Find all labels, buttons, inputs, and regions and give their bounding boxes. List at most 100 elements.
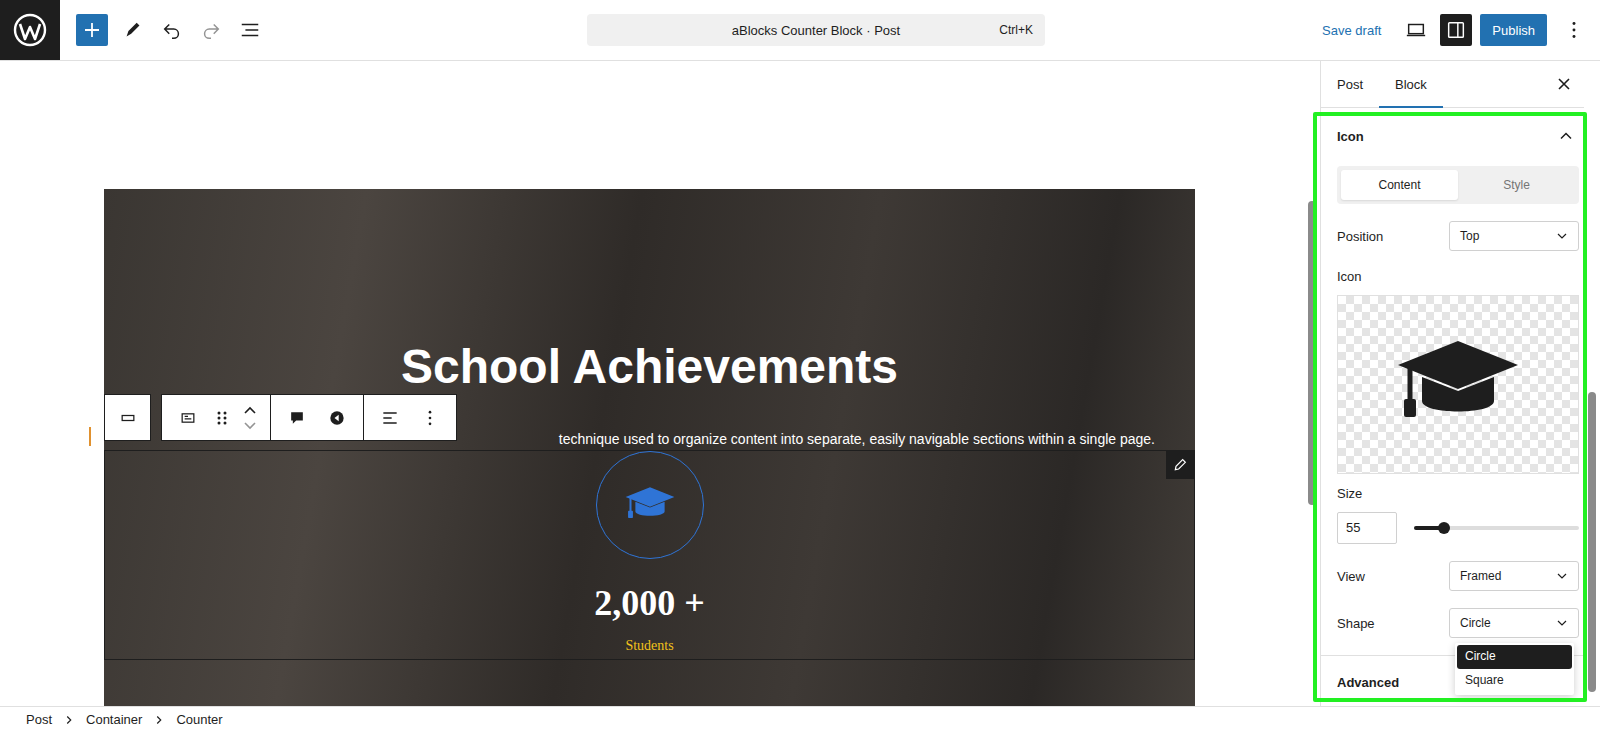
panel-title: Advanced	[1337, 675, 1399, 690]
canvas-scrollbar	[1303, 61, 1320, 706]
chevron-down-icon	[1554, 615, 1570, 631]
sidebar-content: PostBlockIconContentStylePositionTopIcon…	[1321, 61, 1584, 706]
section-subtitle[interactable]: technique used to organize content into …	[559, 429, 1155, 449]
parent-select-button[interactable]	[104, 394, 151, 441]
block-options-button[interactable]	[410, 398, 450, 438]
size-control: 55	[1337, 512, 1579, 544]
select-field: ShapeCircleCircleSquare	[1337, 608, 1579, 638]
preview-button[interactable]	[1398, 12, 1434, 48]
sidebar-tabs: PostBlock	[1321, 61, 1584, 108]
highlight-frame	[1313, 112, 1587, 702]
block-mover	[162, 395, 271, 440]
save-draft-button[interactable]: Save draft	[1314, 14, 1389, 46]
move-buttons[interactable]	[236, 398, 264, 438]
chevron-right-icon	[62, 713, 76, 727]
undo-icon	[161, 19, 183, 41]
icon-panel: Icon ContentStyle Position Top Icon Size 55 Vie…	[1321, 108, 1584, 656]
insertion-indicator	[89, 427, 91, 446]
section-heading[interactable]: School Achievements	[401, 339, 898, 395]
segment-button[interactable]: Content	[1341, 170, 1458, 200]
chevron-down-icon	[1554, 568, 1570, 584]
select-value: Circle	[1460, 616, 1491, 630]
field-label: Position	[1337, 229, 1383, 244]
select-dropdown: CircleSquare	[1455, 643, 1574, 695]
drag-handle[interactable]	[208, 398, 236, 438]
dropdown-option[interactable]: Circle	[1457, 645, 1572, 669]
panel-header[interactable]: Icon	[1321, 108, 1584, 164]
align-button[interactable]	[370, 398, 410, 438]
edit-button[interactable]	[1166, 451, 1194, 479]
sidebar-tab[interactable]: Block	[1379, 61, 1443, 107]
settings-sidebar: PostBlockIconContentStylePositionTopIcon…	[1320, 61, 1600, 706]
block-actions	[271, 395, 364, 440]
counter-icon-frame	[596, 451, 704, 559]
comment-icon	[287, 408, 307, 428]
block-align	[364, 395, 456, 440]
field-label: Size	[1337, 485, 1579, 503]
segment-button[interactable]: Style	[1458, 170, 1575, 200]
select-control[interactable]: Top	[1449, 221, 1579, 251]
undo-button[interactable]	[154, 12, 190, 48]
right-tools: Save draft Publish	[1314, 12, 1600, 48]
block-editor: aBlocks Counter Block · Post Ctrl+K Save d…	[0, 0, 1600, 732]
list-view-icon	[239, 19, 261, 41]
align-left-icon	[380, 408, 400, 428]
close-sidebar-button[interactable]	[1548, 61, 1580, 107]
graduation-cap-icon	[624, 479, 676, 531]
select-control[interactable]: CircleCircleSquare	[1449, 608, 1579, 638]
pen-icon	[122, 19, 144, 41]
size-input[interactable]: 55	[1337, 512, 1397, 544]
container-block[interactable]: School Achievements technique used to org…	[104, 189, 1195, 706]
counter-block-icon	[178, 408, 198, 428]
editor-canvas: School Achievements technique used to org…	[0, 61, 1320, 706]
document-title: aBlocks Counter Block · Post	[732, 23, 900, 38]
slider-thumb[interactable]	[1438, 522, 1450, 534]
comment-button[interactable]	[277, 398, 317, 438]
tools-button[interactable]	[115, 12, 151, 48]
more-vertical-icon	[1563, 19, 1585, 41]
field-label: View	[1337, 569, 1365, 584]
panel-body: ContentStyle Position Top Icon Size 55 View Fra…	[1321, 166, 1584, 638]
size-field: Size 55	[1337, 485, 1579, 544]
breadcrumb-item[interactable]: Counter	[176, 712, 222, 727]
canvas-scroll-thumb[interactable]	[1308, 201, 1316, 505]
document-overview-button[interactable]	[232, 12, 268, 48]
move-up-down-icon	[242, 403, 258, 433]
redo-icon	[200, 19, 222, 41]
command-bar[interactable]: aBlocks Counter Block · Post Ctrl+K	[587, 14, 1045, 46]
size-slider[interactable]	[1414, 526, 1579, 530]
content-style-switch: ContentStyle	[1337, 166, 1579, 204]
editor-toolbar: aBlocks Counter Block · Post Ctrl+K Save d…	[0, 0, 1600, 61]
options-button[interactable]	[1556, 12, 1592, 48]
icon-picker[interactable]	[1337, 295, 1579, 474]
navigate-button[interactable]	[317, 398, 357, 438]
select-control[interactable]: Framed	[1449, 561, 1579, 591]
dropdown-option[interactable]: Square	[1457, 669, 1572, 693]
icon-field: Icon	[1337, 268, 1579, 474]
breadcrumb-item[interactable]: Container	[86, 712, 142, 727]
sidebar-tab[interactable]: Post	[1321, 61, 1379, 107]
shortcut-hint: Ctrl+K	[999, 23, 1033, 37]
sidebar-scroll-thumb[interactable]	[1588, 392, 1596, 692]
pencil-icon	[1172, 457, 1188, 473]
panel-title: Icon	[1337, 129, 1364, 144]
canvas-content: School Achievements technique used to org…	[0, 61, 1303, 706]
chevron-up-icon	[1556, 126, 1576, 146]
drag-handle-icon	[216, 408, 228, 428]
counter-block[interactable]: 2,000 + Students	[104, 450, 1195, 660]
wordpress-logo-icon[interactable]	[0, 0, 60, 60]
breadcrumb-item[interactable]: Post	[26, 712, 52, 727]
field-label: Icon	[1337, 268, 1579, 286]
publish-button[interactable]: Publish	[1480, 14, 1547, 46]
select-value: Framed	[1460, 569, 1501, 583]
counter-number[interactable]: 2,000 +	[594, 582, 705, 624]
add-block-button[interactable]	[76, 14, 108, 46]
block-type-button[interactable]	[168, 398, 208, 438]
plus-icon	[83, 21, 101, 39]
counter-label[interactable]: Students	[625, 637, 673, 655]
wordpress-mark-icon	[13, 13, 47, 47]
more-vertical-icon	[420, 408, 440, 428]
redo-button[interactable]	[193, 12, 229, 48]
settings-toggle[interactable]	[1440, 14, 1472, 46]
sidebar-icon	[1445, 19, 1467, 41]
